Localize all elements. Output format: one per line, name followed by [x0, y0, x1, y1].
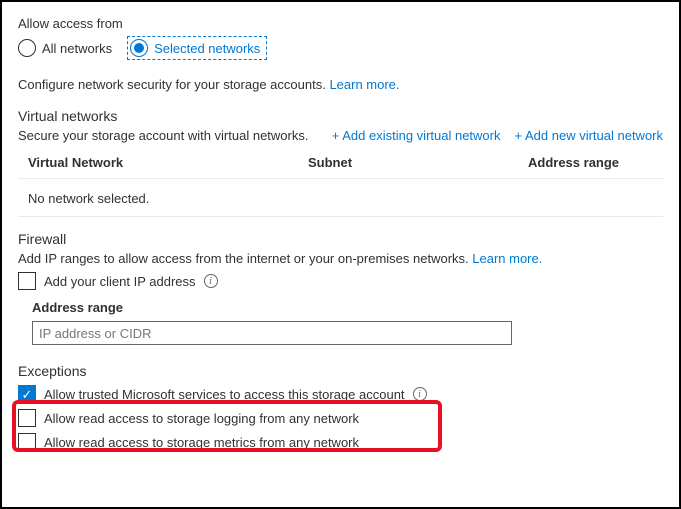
radio-selected-networks[interactable]: Selected networks [128, 37, 266, 59]
configure-text: Configure network security for your stor… [18, 77, 329, 92]
access-radio-group: All networks Selected networks [18, 37, 663, 59]
exceptions-section: Exceptions ✓ Allow trusted Microsoft ser… [18, 363, 663, 451]
trusted-services-checkbox[interactable]: ✓ [18, 385, 36, 403]
add-existing-vnet-link[interactable]: + Add existing virtual network [332, 128, 501, 143]
vnet-desc: Secure your storage account with virtual… [18, 128, 308, 143]
radio-selected-networks-label: Selected networks [154, 41, 260, 56]
configure-desc: Configure network security for your stor… [18, 77, 663, 92]
radio-all-networks[interactable]: All networks [18, 39, 112, 57]
info-icon[interactable]: i [413, 387, 427, 401]
add-new-vnet-link[interactable]: + Add new virtual network [515, 128, 664, 143]
configure-learn-more-link[interactable]: Learn more. [329, 77, 399, 92]
access-from-label: Allow access from [18, 16, 663, 31]
radio-icon [130, 39, 148, 57]
check-icon: ✓ [22, 388, 33, 401]
logging-checkbox[interactable] [18, 409, 36, 427]
add-client-ip-checkbox[interactable] [18, 272, 36, 290]
trusted-services-row: ✓ Allow trusted Microsoft services to ac… [18, 385, 663, 403]
firewall-desc-row: Add IP ranges to allow access from the i… [18, 251, 663, 266]
radio-icon [18, 39, 36, 57]
info-icon[interactable]: i [204, 274, 218, 288]
vnet-table-header: Virtual Network Subnet Address range [18, 147, 663, 179]
vnet-table-empty: No network selected. [18, 179, 663, 217]
exceptions-header: Exceptions [18, 363, 663, 379]
vnet-header: Virtual networks [18, 108, 663, 124]
col-subnet: Subnet [308, 155, 528, 170]
address-range-label: Address range [18, 300, 663, 315]
logging-label: Allow read access to storage logging fro… [44, 411, 359, 426]
firewall-desc: Add IP ranges to allow access from the i… [18, 251, 472, 266]
logging-row: Allow read access to storage logging fro… [18, 409, 663, 427]
firewall-header: Firewall [18, 231, 663, 247]
metrics-label: Allow read access to storage metrics fro… [44, 435, 359, 450]
metrics-row: Allow read access to storage metrics fro… [18, 433, 663, 451]
trusted-services-label: Allow trusted Microsoft services to acce… [44, 387, 405, 402]
address-range-input[interactable] [32, 321, 512, 345]
add-client-ip-row: Add your client IP address i [18, 272, 663, 290]
col-address-range: Address range [528, 155, 663, 170]
firewall-learn-more-link[interactable]: Learn more. [472, 251, 542, 266]
radio-all-networks-label: All networks [42, 41, 112, 56]
add-client-ip-label: Add your client IP address [44, 274, 196, 289]
metrics-checkbox[interactable] [18, 433, 36, 451]
vnet-row: Secure your storage account with virtual… [18, 128, 663, 143]
col-virtual-network: Virtual Network [28, 155, 308, 170]
